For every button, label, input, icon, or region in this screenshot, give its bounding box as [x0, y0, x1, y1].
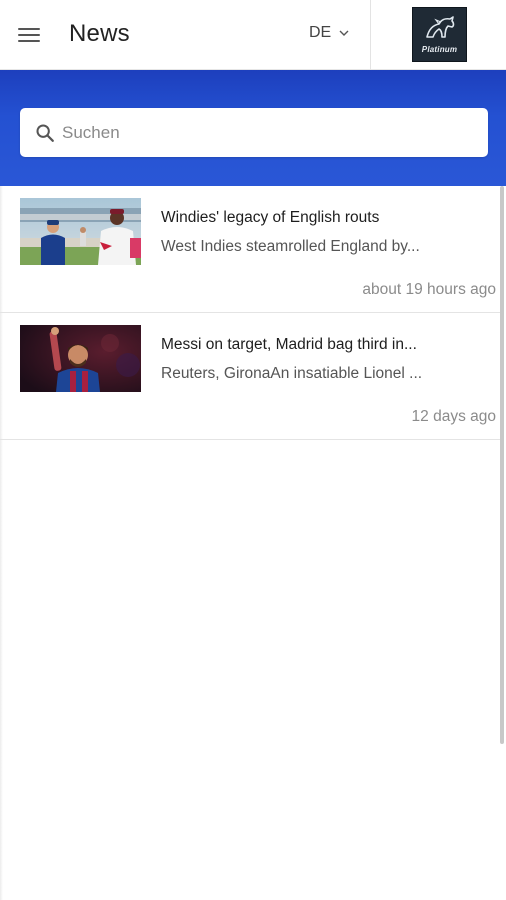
language-selector[interactable]: DE	[309, 24, 349, 42]
hamburger-menu-icon[interactable]	[18, 22, 52, 48]
article-summary: Reuters, GironaAn insatiable Lionel ...	[161, 365, 423, 382]
page-title: News	[69, 20, 130, 47]
article-item-1[interactable]: Windies' legacy of English routs West In…	[0, 186, 500, 313]
search-input[interactable]	[62, 122, 462, 143]
app-root: News DE Platinum Suchen Windies' legacy …	[0, 0, 506, 900]
article-timestamp: 12 days ago	[411, 408, 496, 425]
top-app-bar: News DE Platinum	[0, 0, 506, 70]
logo-text: Platinum	[421, 45, 458, 54]
header-divider	[370, 0, 371, 70]
chevron-down-icon	[339, 30, 349, 36]
article-timestamp: about 19 hours ago	[362, 281, 496, 298]
horse-icon	[426, 16, 455, 38]
article-summary: West Indies steamrolled England by...	[161, 238, 420, 255]
article-title: Windies' legacy of English routs	[161, 209, 380, 226]
search-box[interactable]	[20, 108, 488, 157]
search-icon	[36, 123, 54, 142]
brand-logo[interactable]: Platinum	[412, 7, 467, 62]
article-thumbnail	[20, 325, 141, 392]
article-thumbnail	[20, 198, 141, 265]
article-title: Messi on target, Madrid bag third in...	[161, 336, 417, 353]
article-list: Windies' legacy of English routs West In…	[0, 186, 500, 440]
article-item-2[interactable]: Messi on target, Madrid bag third in... …	[0, 313, 500, 440]
scrollbar[interactable]	[500, 186, 504, 744]
language-label: DE	[309, 24, 332, 41]
search-band	[0, 70, 506, 186]
